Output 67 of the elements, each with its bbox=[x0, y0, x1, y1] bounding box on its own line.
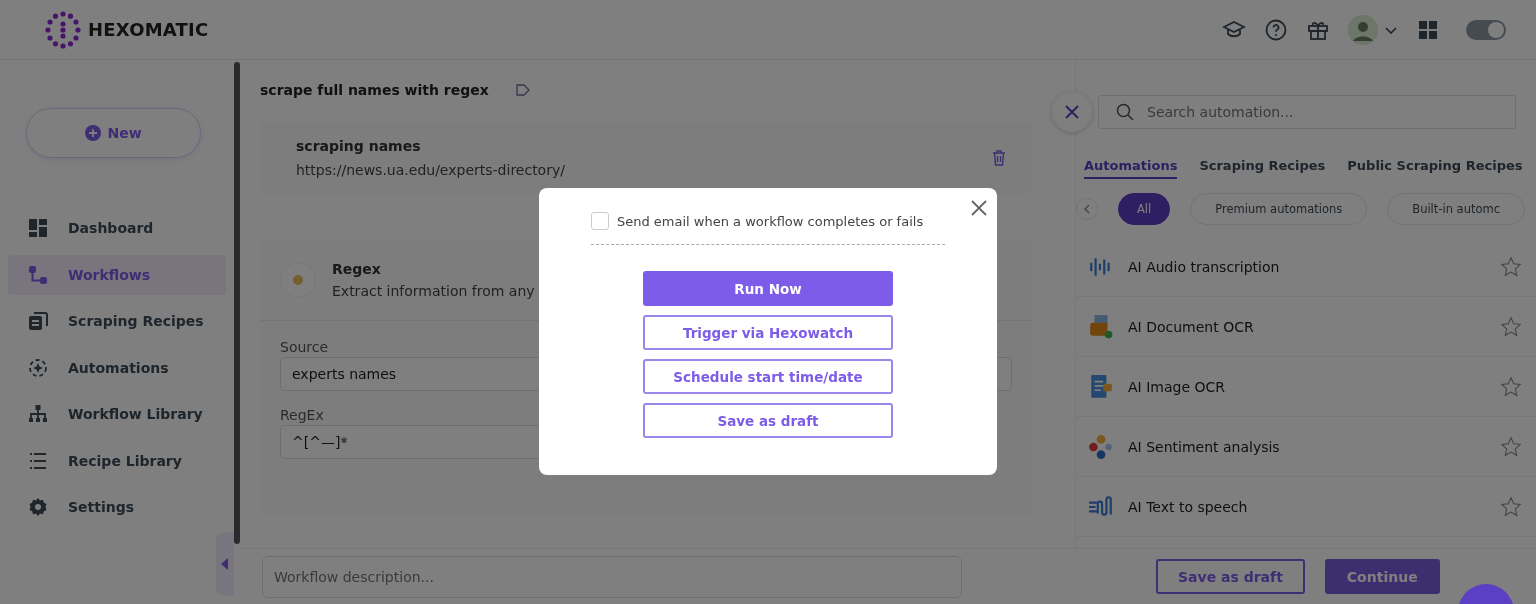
close-icon bbox=[1065, 105, 1079, 119]
settings-icon bbox=[28, 497, 48, 517]
documents-icon bbox=[28, 311, 48, 331]
card-title: scraping names bbox=[296, 138, 422, 154]
help-icon[interactable] bbox=[1264, 17, 1288, 42]
nav-item[interactable]: Automations bbox=[8, 347, 226, 388]
automation-item[interactable]: AI Image OCR bbox=[1076, 357, 1536, 417]
option-button[interactable]: Schedule start time/date bbox=[643, 359, 893, 394]
star-icon[interactable] bbox=[1500, 495, 1522, 518]
field-label: Source bbox=[280, 339, 329, 355]
plus-icon bbox=[85, 125, 102, 141]
toggle-switch[interactable] bbox=[1466, 19, 1506, 40]
scrollbar[interactable] bbox=[234, 62, 240, 544]
search-field[interactable]: Search automation... bbox=[1098, 95, 1516, 129]
continue-button[interactable]: Continue bbox=[1324, 559, 1440, 594]
field-label: RegEx bbox=[280, 407, 324, 423]
nav-item[interactable]: Workflow Library bbox=[8, 394, 226, 434]
filter-chip[interactable]: Premium automations bbox=[1190, 193, 1368, 225]
image-document-icon bbox=[1088, 373, 1114, 400]
nav-item[interactable]: Recipe Library bbox=[8, 440, 226, 481]
search-icon bbox=[1116, 103, 1134, 121]
star-icon[interactable] bbox=[1500, 375, 1522, 398]
filter-chip[interactable]: Built-in automc bbox=[1387, 193, 1526, 225]
close-button[interactable] bbox=[1052, 92, 1092, 132]
star-icon[interactable] bbox=[1500, 255, 1522, 278]
new-button[interactable]: New bbox=[26, 108, 201, 158]
collapse-handle[interactable] bbox=[216, 532, 234, 596]
checkbox-label: Send email when a workflow completes or fails bbox=[617, 213, 924, 229]
caret-icon bbox=[221, 558, 229, 570]
option-button[interactable]: Save as draft bbox=[643, 403, 893, 438]
tab[interactable]: Public Scraping Recipes bbox=[1347, 158, 1523, 179]
close-icon[interactable] bbox=[971, 200, 987, 216]
run-button[interactable]: Run Now bbox=[643, 271, 893, 306]
filter-chip[interactable]: All bbox=[1118, 193, 1171, 225]
url-text: https://news.ua.edu/experts-directory/ bbox=[296, 162, 565, 178]
logo-icon bbox=[44, 10, 82, 49]
nav-item[interactable]: Settings bbox=[8, 487, 226, 527]
list-icon bbox=[28, 450, 48, 471]
automation-item[interactable]: AI Document OCR bbox=[1076, 297, 1536, 357]
tag-icon[interactable] bbox=[514, 82, 531, 98]
tab[interactable]: Automations bbox=[1084, 158, 1178, 179]
automation-item[interactable]: AI Audio transcription bbox=[1076, 237, 1536, 297]
nav-item[interactable]: Dashboard bbox=[8, 208, 226, 248]
automation-item[interactable]: AI Text to speech bbox=[1076, 477, 1536, 537]
option-button[interactable]: Trigger via Hexowatch bbox=[643, 315, 893, 350]
card-title: Regex bbox=[332, 261, 382, 277]
chevron-left-icon bbox=[1083, 204, 1091, 214]
hierarchy-icon bbox=[28, 404, 48, 424]
description-field[interactable]: Workflow description... bbox=[262, 555, 962, 598]
nav-item[interactable]: Scraping Recipes bbox=[8, 301, 226, 341]
automation-item[interactable]: AI Sentiment analysis bbox=[1076, 417, 1536, 477]
automation-icon bbox=[28, 357, 48, 378]
nav-item[interactable]: Workflows bbox=[8, 254, 226, 295]
draft-button[interactable]: Save as draft bbox=[1156, 559, 1305, 594]
tab[interactable]: Scraping Recipes bbox=[1199, 158, 1326, 179]
star-icon[interactable] bbox=[1500, 435, 1522, 458]
molecule-icon bbox=[1088, 433, 1114, 460]
card-description: Extract information from any bbox=[332, 283, 535, 299]
workflow-title: scrape full names with regex bbox=[260, 82, 489, 98]
document-icon bbox=[1088, 313, 1114, 340]
dashboard-icon bbox=[28, 218, 48, 238]
scroll-left-button[interactable] bbox=[1076, 198, 1098, 220]
trash-icon[interactable] bbox=[990, 149, 1008, 167]
workflow-icon bbox=[28, 264, 48, 285]
logo-text: HEXOMATIC bbox=[88, 19, 209, 40]
star-icon[interactable] bbox=[1500, 315, 1522, 338]
checkbox[interactable] bbox=[591, 212, 609, 230]
